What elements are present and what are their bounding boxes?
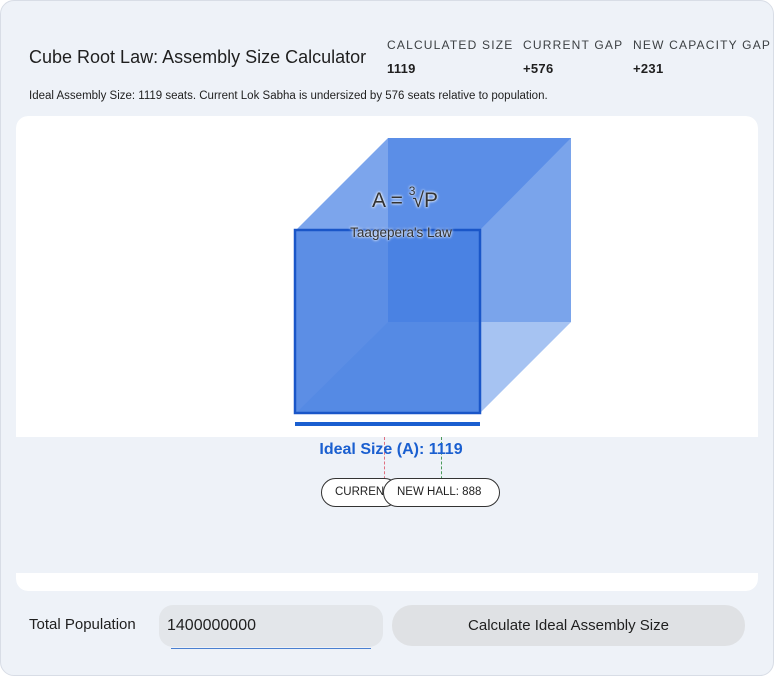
panel-bottom-strip [16,573,758,591]
population-input[interactable] [159,605,383,647]
stat-calculated-size: Calculated Size 1119 [387,38,513,76]
cube-graphic [293,138,571,426]
summary-text: Ideal Assembly Size: 1119 seats. Current… [29,90,548,102]
formula-text: A = 3√P [371,184,438,212]
cube-canvas: A = 3√P Taagepera's Law [16,116,758,437]
law-name: Taagepera's Law [350,225,452,240]
ideal-size-label: Ideal Size (A): 1119 [319,441,463,458]
stat-label: Current Gap [523,38,624,52]
cube-base-line [295,422,480,426]
new-hall-pill: NEW HALL: 888 [383,478,500,507]
input-focus-underline [171,648,371,649]
population-label: Total Population [29,616,136,633]
stat-label: Calculated Size [387,38,514,52]
stat-label: New Capacity Gap [633,38,772,52]
visualization-panel: A = 3√P Taagepera's Law Ideal Size (A): … [16,116,758,591]
stat-value: 1119 [387,61,416,76]
stat-value: +576 [523,61,554,76]
stat-value: +231 [633,61,664,76]
calculator-app: Cube Root Law: Assembly Size Calculator … [0,0,774,676]
stat-new-capacity-gap: New Capacity Gap +231 [633,38,771,76]
page-title: Cube Root Law: Assembly Size Calculator [29,47,367,67]
cube-front-face [293,228,482,415]
stat-current-gap: Current Gap +576 [523,38,623,76]
calculate-button[interactable]: Calculate Ideal Assembly Size [392,605,745,646]
